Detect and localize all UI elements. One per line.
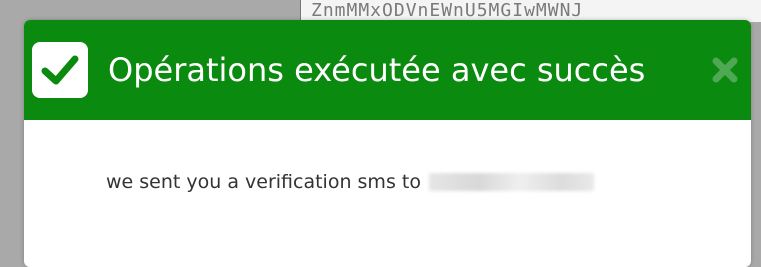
close-icon xyxy=(712,57,738,83)
close-button[interactable] xyxy=(705,50,745,90)
dialog-body: we sent you a verification sms to xyxy=(24,120,751,267)
message-line: we sent you a verification sms to xyxy=(106,168,594,196)
check-icon xyxy=(32,42,88,98)
redacted-phone-number xyxy=(428,173,594,191)
verification-message: we sent you a verification sms to xyxy=(106,171,421,193)
background-token-text: ZnmMMxODVnEWnU5MGIwMWNJ xyxy=(300,0,761,22)
dialog-title: Opérations exécutée avec succès xyxy=(108,51,646,89)
success-dialog: Opérations exécutée avec succès we sent … xyxy=(24,20,751,267)
dialog-header: Opérations exécutée avec succès xyxy=(24,20,751,120)
